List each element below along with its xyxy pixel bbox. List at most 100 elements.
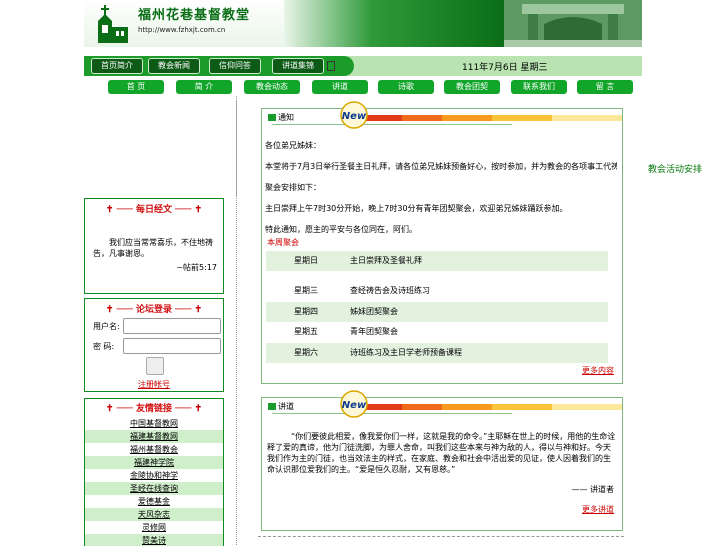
new-badge-icon: New <box>340 390 368 418</box>
schedule-event: 诗班练习及主日学老师预备课程 <box>350 348 462 357</box>
notice-head-label: 通知 <box>278 113 294 122</box>
schedule-row: 星期六 诗班练习及主日学老师预备课程 <box>266 343 608 363</box>
schedule-day: 星期四 <box>294 307 318 316</box>
schedule-event: 青年团契聚会 <box>350 327 398 336</box>
nav-church-events[interactable]: 教会动态 <box>244 80 300 94</box>
schedule-day: 星期三 <box>294 286 318 295</box>
friend-link[interactable]: 金陵协和神学 <box>85 469 223 482</box>
current-date: 111年7月6日 星期三 <box>462 63 548 73</box>
schedule-row: 星期三 查经祷告会及诗班练习 <box>266 281 608 301</box>
banner-decoration <box>284 0 504 47</box>
daily-verse-reference: ~帖前5:17 <box>176 263 217 272</box>
nav-separator-icon <box>327 61 335 71</box>
schedule-day: 星期六 <box>294 348 318 357</box>
friend-link[interactable]: 爱德基金 <box>85 495 223 508</box>
notice-more-link[interactable]: 更多内容 <box>582 365 614 376</box>
schedule-event: 姊妹团契聚会 <box>350 307 398 316</box>
header-stripe <box>366 404 402 410</box>
schedule-day: 星期日 <box>294 256 318 265</box>
schedule-event: 查经祷告会及诗班练习 <box>350 286 430 295</box>
friend-link[interactable]: 赞美诗 <box>85 534 223 546</box>
friend-link[interactable]: 天风杂志 <box>85 508 223 521</box>
friend-link[interactable]: 福建基督教网 <box>85 430 223 443</box>
schedule-event: 主日崇拜及圣餐礼拜 <box>350 256 422 265</box>
daily-verse-title: 每日经文 <box>135 205 172 215</box>
notice-panel-header: 通知 <box>262 109 622 127</box>
notice-line: 主日崇拜上午7时30分开始，晚上7时30分有青年团契聚会，欢迎弟兄姊妹踊跃参加。 <box>265 204 568 213</box>
header-stripe <box>442 115 492 121</box>
sermon-signature: —— 讲道者 <box>571 485 614 494</box>
church-gate-photo <box>504 0 642 47</box>
header-stripe <box>492 404 552 410</box>
sermon-more-link[interactable]: 更多讲道 <box>582 504 614 515</box>
friend-link[interactable]: 圣经在线查询 <box>85 482 223 495</box>
friend-links-title: 友情链接 <box>135 404 172 414</box>
cross-icon: ✝ <box>105 305 114 315</box>
nav-preaching[interactable]: 讲道 <box>312 80 368 94</box>
nav-intro[interactable]: 简 介 <box>176 80 232 94</box>
login-heading: ✝ ─── 论坛登录 ─── ✝ <box>105 305 203 315</box>
nav-home[interactable]: 首 页 <box>108 80 164 94</box>
friend-link[interactable]: 灵修网 <box>85 521 223 534</box>
header-stripe <box>552 404 622 410</box>
friend-links-heading: ✝ ─── 友情链接 ─── ✝ <box>105 404 203 414</box>
register-link[interactable]: 注册帐号 <box>85 379 223 390</box>
nav-sermons[interactable]: 讲道集锦 <box>272 58 324 74</box>
header-underline <box>272 124 512 125</box>
schedule-row: 星期五 青年团契聚会 <box>266 322 608 342</box>
schedule-row: 星期四 姊妹团契聚会 <box>266 302 608 322</box>
nav-faith-qa[interactable]: 信仰问答 <box>209 58 261 74</box>
friend-link[interactable]: 福州基督教会 <box>85 443 223 456</box>
forum-login-box: ✝ ─── 论坛登录 ─── ✝ 用户名: 密 码: 注册帐号 <box>84 298 224 392</box>
nav-contact[interactable]: 联系我们 <box>511 80 567 94</box>
cross-icon: ✝ <box>105 404 114 414</box>
svg-text:New: New <box>342 111 367 122</box>
notice-line: 聚会安排如下： <box>265 183 321 192</box>
svg-text:New: New <box>342 400 367 411</box>
flag-icon <box>268 403 276 410</box>
notice-line: 特此通知，愿主的平安与各位同在，阿们。 <box>265 225 417 234</box>
sermon-text: “你们要彼此相爱，像我爱你们一样，这就是我的命令。”主耶稣在世上的时候，用他的生… <box>267 432 616 474</box>
sermon-panel: 讲道 New “你们要彼此相爱，像我爱你们一样，这就是我的命令。”主耶稣在世上的… <box>261 390 623 531</box>
notice-line: 各位弟兄姊妹： <box>265 141 321 150</box>
header-stripe <box>366 115 402 121</box>
header-stripe <box>442 404 492 410</box>
cross-icon: ✝ <box>194 404 203 414</box>
bottom-divider <box>258 536 624 537</box>
nav-about[interactable]: 首页简介 <box>91 58 143 74</box>
new-badge-icon: New <box>340 101 368 129</box>
daily-verse-box: ✝ ─── 每日经文 ─── ✝ 我们应当常常喜乐，不住地祷告，凡事谢恩。 ~帖… <box>84 198 224 294</box>
nav-fellowship[interactable]: 教会团契 <box>444 80 500 94</box>
sermon-head-label: 讲道 <box>278 402 294 411</box>
site-url: http://www.fzhxjt.com.cn <box>138 26 226 34</box>
left-spacer <box>84 100 237 196</box>
nav-hymns[interactable]: 诗歌 <box>378 80 434 94</box>
daily-verse-text: 我们应当常常喜乐，不住地祷告，凡事谢恩。 <box>93 238 213 258</box>
friend-link[interactable]: 福建神学院 <box>85 456 223 469</box>
username-label: 用户名: <box>93 322 120 331</box>
login-button[interactable] <box>146 357 164 375</box>
daily-verse-heading: ✝ ─── 每日经文 ─── ✝ <box>105 205 203 215</box>
cross-icon: ✝ <box>105 205 114 215</box>
username-input[interactable] <box>123 318 221 334</box>
header-stripe <box>552 115 622 121</box>
friend-link[interactable]: 中国基督教网 <box>85 417 223 430</box>
flag-icon <box>268 114 276 121</box>
nav-church-news[interactable]: 教会新闻 <box>148 58 200 74</box>
site-title: 福州花巷基督教堂 <box>138 8 251 23</box>
login-title: 论坛登录 <box>135 305 172 315</box>
schedule-row: 星期日 主日崇拜及圣餐礼拜 <box>266 251 608 271</box>
header-stripe <box>492 115 552 121</box>
header-stripe <box>402 115 442 121</box>
church-schedule-link[interactable]: 教会活动安排 <box>648 162 702 175</box>
password-input[interactable] <box>123 338 221 354</box>
header-underline <box>272 413 512 414</box>
cross-icon: ✝ <box>194 305 203 315</box>
notice-line: 本堂将于7月3日举行圣餐主日礼拜，请各位弟兄姊妹预备好心，按时参加，并为教会的各… <box>265 162 617 171</box>
sermon-panel-header: 讲道 <box>262 398 622 416</box>
password-label: 密 码: <box>93 342 115 351</box>
nav-guestbook[interactable]: 留 言 <box>577 80 633 94</box>
cross-icon: ✝ <box>194 205 203 215</box>
schedule-heading: 本周聚会 <box>267 238 299 247</box>
church-logo-icon <box>98 5 128 43</box>
